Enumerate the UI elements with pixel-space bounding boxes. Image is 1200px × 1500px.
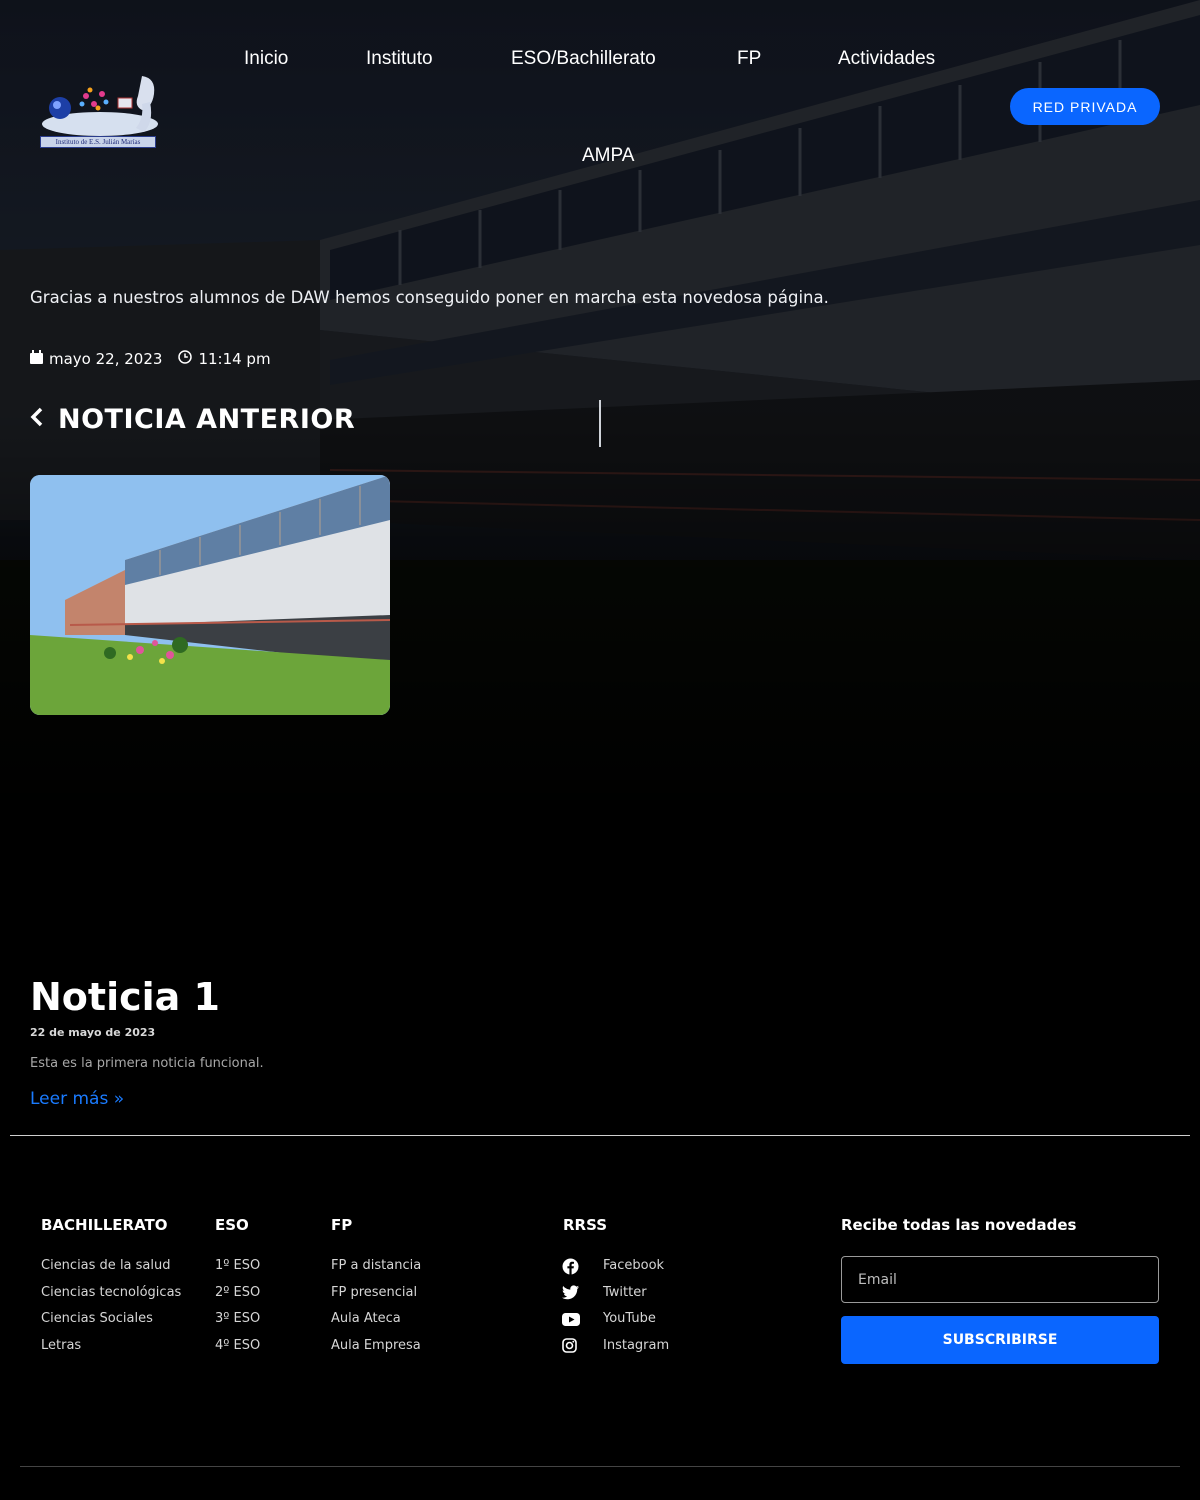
footer-link-twitter[interactable]: Twitter xyxy=(603,1285,647,1300)
news-excerpt: Esta es la primera noticia funcional. xyxy=(30,1056,264,1071)
calendar-icon xyxy=(30,350,43,368)
footer-bottom-divider xyxy=(20,1466,1180,1467)
subscribe-button[interactable]: SUBSCRIBIRSE xyxy=(841,1316,1159,1364)
school-logo[interactable]: Instituto de E.S. Julián Marías xyxy=(38,66,160,150)
footer-link-instagram[interactable]: Instagram xyxy=(603,1338,669,1353)
nav-item-eso-bachillerato[interactable]: ESO/Bachillerato xyxy=(511,48,656,70)
youtube-icon[interactable] xyxy=(562,1313,580,1331)
newsletter-title: Recibe todas las novedades xyxy=(841,1216,1077,1234)
post-time: 11:14 pm xyxy=(198,350,271,368)
footer-link[interactable]: Letras xyxy=(41,1338,81,1353)
news-title[interactable]: Noticia 1 xyxy=(30,975,220,1019)
news-date: 22 de mayo de 2023 xyxy=(30,1026,156,1039)
footer-link[interactable]: Ciencias Sociales xyxy=(41,1311,153,1326)
footer-link-facebook[interactable]: Facebook xyxy=(603,1258,664,1273)
post-meta: mayo 22, 2023 11:14 pm xyxy=(30,350,287,368)
post-featured-image[interactable] xyxy=(30,475,390,715)
footer-link[interactable]: 2º ESO xyxy=(215,1285,260,1300)
nav-item-actividades[interactable]: Actividades xyxy=(838,48,935,70)
post-intro: Gracias a nuestros alumnos de DAW hemos … xyxy=(30,288,829,307)
footer-link[interactable]: FP a distancia xyxy=(331,1258,421,1273)
nav-item-inicio[interactable]: Inicio xyxy=(244,48,288,70)
footer-link[interactable]: Aula Ateca xyxy=(331,1311,401,1326)
chevron-left-icon xyxy=(30,407,44,433)
previous-post-link[interactable]: NOTICIA ANTERIOR xyxy=(30,404,355,435)
nav-item-fp[interactable]: FP xyxy=(737,48,761,70)
footer-link[interactable]: Ciencias tecnológicas xyxy=(41,1285,181,1300)
facebook-icon[interactable] xyxy=(562,1258,580,1276)
footer-col-title-bachillerato: BACHILLERATO xyxy=(41,1216,168,1234)
nav-item-ampa[interactable]: AMPA xyxy=(582,145,634,167)
nav-item-instituto[interactable]: Instituto xyxy=(366,48,433,70)
clock-icon xyxy=(178,350,193,368)
footer-col-title-eso: ESO xyxy=(215,1216,249,1234)
previous-post-label: NOTICIA ANTERIOR xyxy=(58,404,356,435)
post-nav-divider xyxy=(599,400,601,447)
footer-link[interactable]: Aula Empresa xyxy=(331,1338,421,1353)
footer-link[interactable]: 4º ESO xyxy=(215,1338,260,1353)
footer-col-title-fp: FP xyxy=(331,1216,353,1234)
read-more-link[interactable]: Leer más » xyxy=(30,1089,124,1109)
footer-col-title-rrss: RRSS xyxy=(563,1216,608,1234)
footer-link[interactable]: 3º ESO xyxy=(215,1311,260,1326)
footer-link[interactable]: FP presencial xyxy=(331,1285,417,1300)
private-network-button[interactable]: RED PRIVADA xyxy=(1010,88,1160,125)
post-date: mayo 22, 2023 xyxy=(49,350,163,368)
logo-caption: Instituto de E.S. Julián Marías xyxy=(40,136,156,148)
section-divider xyxy=(10,1135,1190,1136)
instagram-icon[interactable] xyxy=(562,1338,580,1356)
twitter-icon[interactable] xyxy=(562,1285,580,1303)
footer-link-youtube[interactable]: YouTube xyxy=(603,1311,656,1326)
footer-link[interactable]: Ciencias de la salud xyxy=(41,1258,171,1273)
footer-link[interactable]: 1º ESO xyxy=(215,1258,260,1273)
email-field[interactable] xyxy=(841,1256,1159,1303)
